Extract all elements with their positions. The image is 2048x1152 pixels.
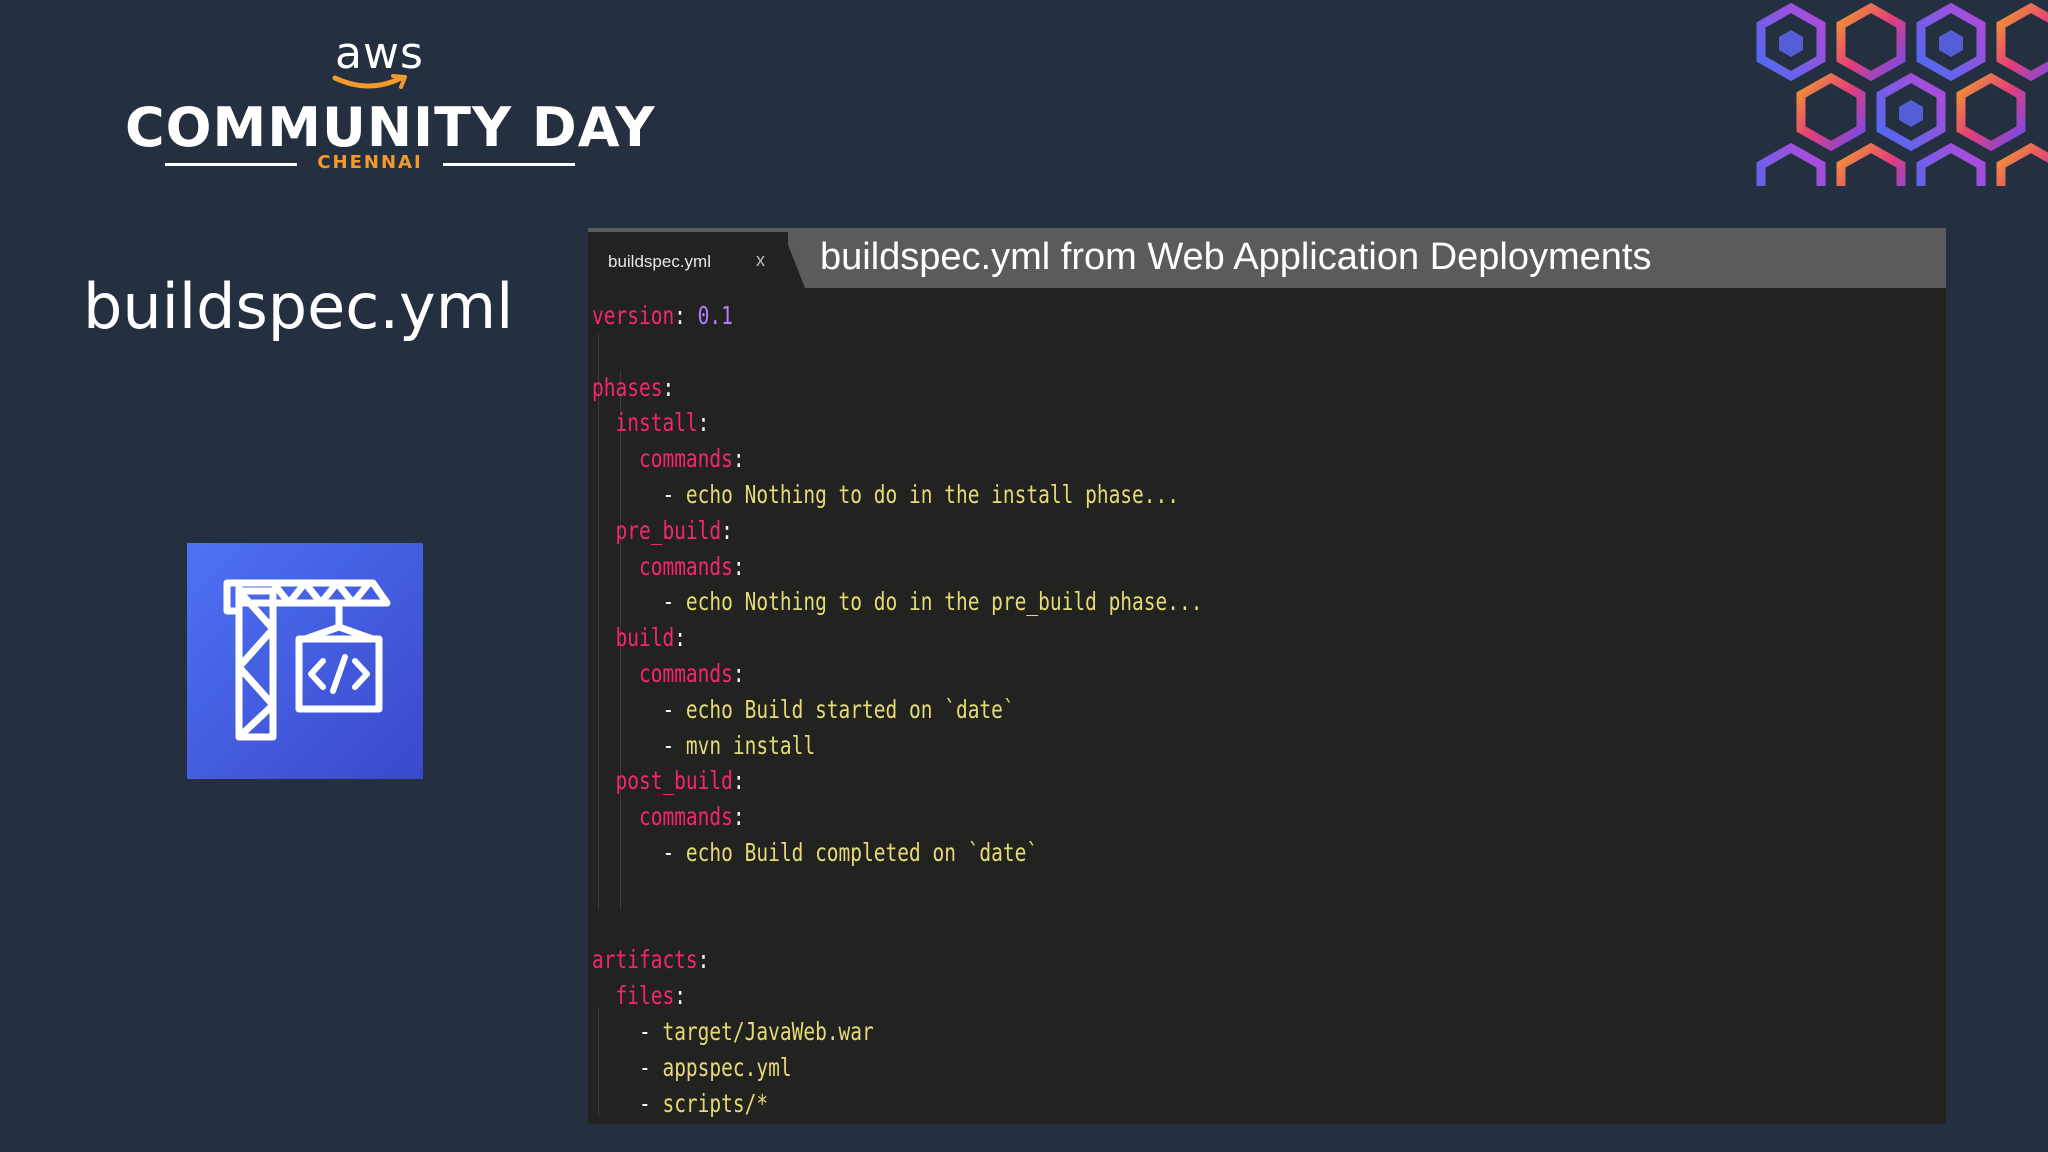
yaml-key: artifacts <box>592 945 698 975</box>
yaml-value: scripts/* <box>662 1088 769 1118</box>
code-line: phases: <box>592 370 1202 406</box>
tab-label: buildspec.yml <box>608 252 711 271</box>
yaml-value: echo Build completed on `date` <box>685 837 1039 867</box>
event-city-row: CHENNAI <box>165 152 575 176</box>
code-line: commands: <box>592 441 1202 477</box>
yaml-value: target/JavaWeb.war <box>662 1016 874 1046</box>
code-line: version: 0.1 <box>592 298 1202 334</box>
code-line: - echo Nothing to do in the install phas… <box>592 477 1202 513</box>
yaml-separator: : <box>662 372 675 402</box>
code-line: post_build: <box>592 763 1202 799</box>
codebuild-crane-icon <box>187 543 423 779</box>
yaml-list-dash: - <box>662 837 686 867</box>
yaml-separator: : <box>721 515 733 545</box>
code-line: - target/JavaWeb.war <box>592 1014 1202 1050</box>
code-line: - mvn install <box>592 728 1202 764</box>
code-line: files: <box>592 978 1202 1014</box>
yaml-separator: : <box>674 623 686 653</box>
yaml-value: echo Build started on `date` <box>685 694 1015 724</box>
yaml-value: mvn install <box>685 730 816 760</box>
code-line: - echo Build started on `date` <box>592 692 1202 728</box>
yaml-separator: : <box>732 766 745 796</box>
code-line: commands: <box>592 656 1202 692</box>
code-line: commands: <box>592 549 1202 585</box>
aws-smile-icon <box>332 74 407 89</box>
yaml-list-dash: - <box>638 1088 663 1118</box>
code-line: pre_build: <box>592 513 1202 549</box>
yaml-key: version <box>592 301 675 330</box>
hexagon-pattern-icon <box>1756 2 2048 186</box>
divider-right <box>443 163 575 166</box>
code-line: - scripts/* <box>592 1086 1202 1122</box>
yaml-list-dash: - <box>662 730 686 760</box>
close-icon[interactable]: x <box>756 250 765 271</box>
yaml-key: commands <box>638 551 733 581</box>
yaml-key: build <box>615 623 675 653</box>
yaml-list-dash: - <box>662 587 686 617</box>
yaml-separator: : <box>697 945 710 975</box>
code-line: install: <box>592 405 1202 441</box>
yaml-key: commands <box>638 444 733 474</box>
yaml-separator: : <box>674 301 698 330</box>
editor-banner-title: buildspec.yml from Web Application Deplo… <box>820 236 1652 278</box>
code-line: - echo Nothing to do in the pre_build ph… <box>592 584 1202 620</box>
yaml-list-dash: - <box>638 1052 663 1082</box>
yaml-separator: : <box>697 408 710 438</box>
slide-title: buildspec.yml <box>83 270 514 343</box>
yaml-value: appspec.yml <box>662 1052 792 1082</box>
yaml-number: 0.1 <box>697 301 733 330</box>
yaml-list-dash: - <box>662 479 686 509</box>
yaml-separator: : <box>732 658 745 688</box>
yaml-key: commands <box>638 802 733 832</box>
code-editor: buildspec.yml x buildspec.yml from Web A… <box>588 228 1946 1124</box>
yaml-key: install <box>615 408 698 438</box>
code-content[interactable]: version: 0.1 phases: install: commands: … <box>592 298 1375 1121</box>
yaml-key: files <box>615 981 675 1011</box>
code-line: build: <box>592 620 1202 656</box>
yaml-separator: : <box>732 444 745 474</box>
slide: aws COMMUNITY DAY CHENNAI buildspec.yml … <box>0 0 2048 1152</box>
yaml-value: echo Nothing to do in the install phase.… <box>685 479 1180 509</box>
code-line: - echo Build completed on `date` <box>592 835 1202 871</box>
yaml-list-dash: - <box>638 1016 663 1046</box>
code-line: commands: <box>592 799 1202 835</box>
crane-code-icon <box>223 579 391 741</box>
yaml-key: phases <box>592 372 663 402</box>
editor-tab-bar: buildspec.yml x buildspec.yml from Web A… <box>588 228 1946 288</box>
code-line: artifacts: <box>592 942 1202 978</box>
tab-edge <box>783 232 805 288</box>
yaml-key: pre_build <box>615 515 722 545</box>
editor-tab-buildspec[interactable]: buildspec.yml x <box>588 232 788 288</box>
code-line: - appspec.yml <box>592 1050 1202 1086</box>
yaml-separator: : <box>732 551 745 581</box>
aws-community-day-logo: aws COMMUNITY DAY CHENNAI <box>125 28 656 178</box>
yaml-list-dash: - <box>662 694 686 724</box>
event-title: COMMUNITY DAY <box>125 96 656 159</box>
yaml-key: post_build <box>615 766 733 796</box>
yaml-separator: : <box>674 981 686 1011</box>
yaml-key: commands <box>638 658 733 688</box>
yaml-separator: : <box>732 802 745 832</box>
yaml-value: echo Nothing to do in the pre_build phas… <box>685 587 1203 617</box>
